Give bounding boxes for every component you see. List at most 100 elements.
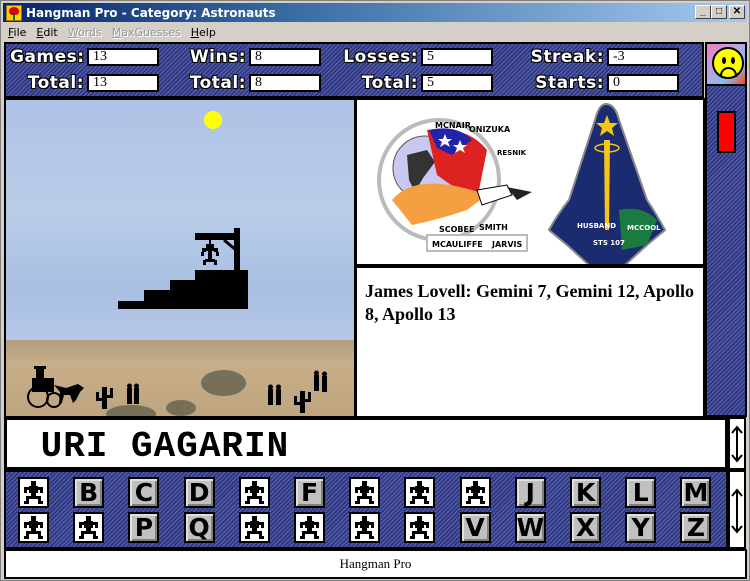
app-window: Hangman Pro - Category: Astronauts _ □ ✕… (0, 0, 750, 581)
wins-value: 8 (249, 48, 321, 66)
stat-losses-total: Total: 5 (336, 73, 493, 93)
sad-face-icon (712, 47, 744, 79)
letter-key-label: C (134, 478, 154, 507)
stat-games: Games: 13 (10, 47, 159, 67)
losses-total-label: Total: (361, 73, 418, 93)
wins-total-value: 8 (249, 74, 321, 92)
maximize-button[interactable]: □ (711, 5, 727, 19)
letter-key-u (404, 512, 436, 543)
letter-key-z[interactable]: Z (680, 512, 712, 543)
letter-key-x[interactable]: X (570, 512, 601, 543)
losses-value: 5 (421, 48, 493, 66)
letter-key-h (404, 477, 436, 508)
used-letter-man-icon (409, 481, 430, 504)
streak-label: Streak: (530, 47, 604, 67)
used-letter-man-icon (465, 481, 486, 504)
letter-key-label: D (188, 478, 210, 507)
menu-words[interactable]: Words (63, 26, 107, 39)
patch-name: MCCOOL (627, 224, 661, 232)
guess-meter-panel (705, 86, 747, 417)
letter-key-label: Q (188, 513, 210, 542)
patch-name: RESNIK (497, 149, 527, 157)
letter-key-a (18, 477, 49, 508)
patch-name: ONIZUKA (469, 125, 511, 134)
letter-key-c[interactable]: C (128, 477, 160, 508)
hangman-scene (4, 98, 356, 418)
patch-name: SMITH (479, 223, 508, 232)
guess-meter-bar (717, 111, 736, 153)
letter-key-b[interactable]: B (73, 477, 105, 508)
letter-key-m[interactable]: M (680, 477, 712, 508)
letter-key-r (238, 512, 270, 543)
games-total-label: Total: (27, 73, 84, 93)
stat-starts: Starts: 0 (516, 73, 679, 93)
letter-key-label: B (79, 478, 99, 507)
patch-mission: STS 107 (593, 239, 625, 247)
up-down-arrow-icon (731, 487, 743, 534)
up-down-arrow-icon (731, 424, 743, 463)
letter-key-g (349, 477, 381, 508)
used-letter-man-icon (244, 481, 265, 504)
app-flower-icon (6, 4, 22, 21)
letter-key-e (238, 477, 270, 508)
games-label: Games: (10, 47, 85, 67)
letter-key-label: K (575, 478, 596, 507)
used-letter-man-icon (354, 481, 375, 504)
minimize-button[interactable]: _ (695, 5, 711, 19)
used-letter-man-icon (23, 516, 44, 539)
letter-key-d[interactable]: D (183, 477, 215, 508)
status-bar: Hangman Pro (4, 549, 747, 579)
menu-help[interactable]: Help (186, 26, 221, 39)
close-button[interactable]: ✕ (729, 5, 745, 19)
letter-key-s (294, 512, 325, 543)
patch-name: MCAULIFFE (432, 240, 483, 249)
mission-patch-icon: MCNAIR ONIZUKA RESNIK SCOBEE SMITH MCAUL… (377, 102, 667, 264)
mood-indicator[interactable] (705, 42, 747, 86)
letter-key-label: Y (631, 513, 650, 542)
letter-keyboard: B C D F J K L M P Q V W X Y Z (4, 470, 728, 549)
letter-key-y[interactable]: Y (625, 512, 657, 543)
puzzle-word-panel: URI GAGARIN ____ ________ (4, 417, 728, 482)
letter-key-p[interactable]: P (128, 512, 160, 543)
stat-losses: Losses: 5 (336, 47, 493, 67)
letter-key-q[interactable]: Q (183, 512, 215, 543)
stats-panel: Games: 13 Total: 13 Wins: 8 Total: 8 Los… (4, 42, 704, 98)
letter-key-label: Z (686, 513, 705, 542)
title-bar: Hangman Pro - Category: Astronauts _ □ ✕ (3, 3, 747, 22)
stat-games-total: Total: 13 (10, 73, 159, 93)
losses-label: Losses: (343, 47, 418, 67)
letter-key-label: X (575, 513, 596, 542)
menu-file[interactable]: File (3, 26, 31, 39)
streak-value: -3 (607, 48, 679, 66)
games-value: 13 (87, 48, 159, 66)
hint-text: James Lovell: Gemini 7, Gemini 12, Apoll… (365, 281, 694, 324)
games-total-value: 13 (87, 74, 159, 92)
patch-name: SCOBEE (439, 225, 474, 234)
stat-wins: Wins: 8 (172, 47, 321, 67)
stat-streak: Streak: -3 (516, 47, 679, 67)
letter-key-l[interactable]: L (625, 477, 657, 508)
used-letter-man-icon (78, 516, 99, 539)
keyboard-resize-handle[interactable] (728, 470, 746, 549)
wins-label: Wins: (189, 47, 246, 67)
losses-total-value: 5 (421, 74, 493, 92)
window-title: Hangman Pro - Category: Astronauts (26, 5, 276, 20)
letter-key-t (349, 512, 381, 543)
patch-name: JARVIS (491, 240, 522, 249)
letter-key-f[interactable]: F (294, 477, 325, 508)
menu-edit[interactable]: Edit (31, 26, 62, 39)
menu-bar: File Edit Words MaxGuesses Help (3, 23, 747, 41)
letter-key-label: P (134, 513, 154, 542)
letter-key-k[interactable]: K (570, 477, 601, 508)
stat-wins-total: Total: 8 (172, 73, 321, 93)
menu-maxguesses[interactable]: MaxGuesses (107, 26, 186, 39)
word-resize-handle[interactable] (728, 417, 746, 470)
letter-key-v[interactable]: V (459, 512, 491, 543)
letter-key-w[interactable]: W (514, 512, 546, 543)
letter-key-o (73, 512, 105, 543)
letter-key-i (459, 477, 491, 508)
hint-panel: James Lovell: Gemini 7, Gemini 12, Apoll… (355, 265, 705, 418)
used-letter-man-icon (409, 516, 430, 539)
used-letter-man-icon (299, 516, 320, 539)
letter-key-j[interactable]: J (514, 477, 546, 508)
